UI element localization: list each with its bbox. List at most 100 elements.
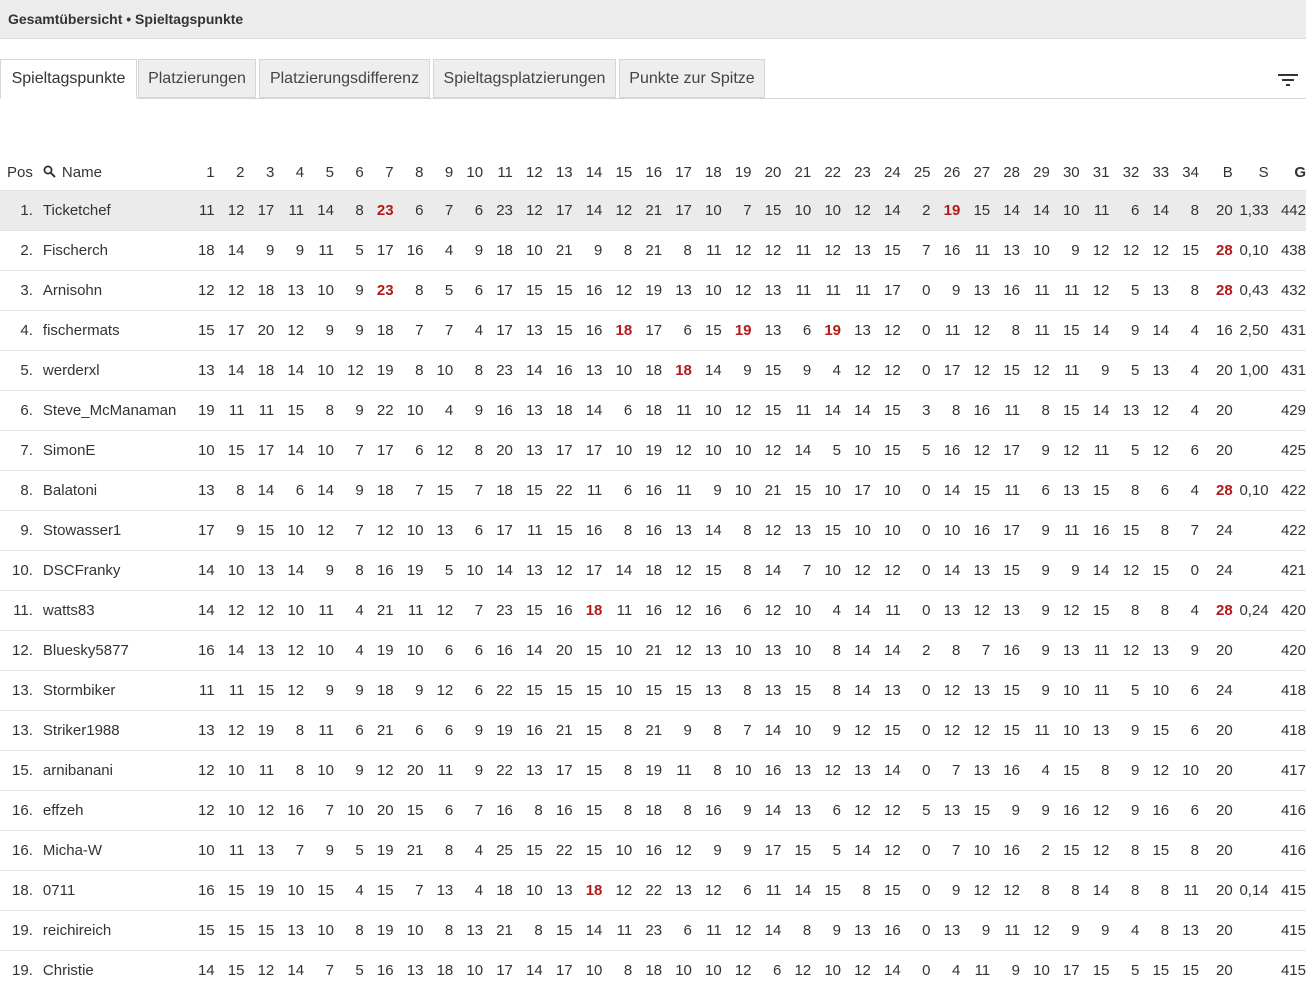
column-header-matchday[interactable]: 26	[931, 154, 961, 191]
table-row[interactable]: 1.Ticketchef1112171114823676231217141221…	[0, 191, 1306, 231]
column-header-matchday[interactable]: 17	[662, 154, 692, 191]
column-header-matchday[interactable]: 21	[781, 154, 811, 191]
tab-platzierungsdifferenz[interactable]: Platzierungsdifferenz	[259, 59, 430, 98]
column-header-matchday[interactable]: 4	[274, 154, 304, 191]
column-header-matchday[interactable]: 30	[1050, 154, 1080, 191]
column-header-matchday[interactable]: 23	[841, 154, 871, 191]
column-header-matchday[interactable]: 27	[960, 154, 990, 191]
row-matchday-points: 16	[632, 471, 662, 511]
table-row[interactable]: 19.reichireich15151513108191081321815141…	[0, 911, 1306, 951]
column-header-matchday[interactable]: 7	[364, 154, 394, 191]
column-header-bonus[interactable]: B	[1199, 154, 1233, 191]
row-matchday-points: 9	[453, 391, 483, 431]
row-matchday-points: 12	[841, 951, 871, 990]
column-header-matchday[interactable]: 8	[394, 154, 424, 191]
column-header-g[interactable]: G	[1269, 154, 1306, 191]
row-matchday-points: 14	[841, 671, 871, 711]
row-matchday-points: 15	[811, 871, 841, 911]
table-row[interactable]: 16.effzeh1210121671020156716816158188169…	[0, 791, 1306, 831]
column-header-pos[interactable]: Pos	[0, 154, 33, 191]
row-matchday-points: 12	[752, 431, 782, 471]
column-header-matchday[interactable]: 2	[215, 154, 245, 191]
column-header-matchday[interactable]: 28	[990, 154, 1020, 191]
column-header-matchday[interactable]: 6	[334, 154, 364, 191]
filter-icon[interactable]	[1278, 72, 1298, 88]
row-matchday-points: 9	[334, 671, 364, 711]
row-matchday-points: 12	[960, 871, 990, 911]
search-icon[interactable]	[43, 165, 56, 178]
row-matchday-points: 19	[483, 711, 513, 751]
row-matchday-points: 13	[990, 231, 1020, 271]
column-header-matchday[interactable]: 19	[722, 154, 752, 191]
column-header-matchday[interactable]: 29	[1020, 154, 1050, 191]
table-row[interactable]: 11.watts83141212101142111127231516181116…	[0, 591, 1306, 631]
table-row[interactable]: 9.Stowasser11791510127121013617111516816…	[0, 511, 1306, 551]
row-matchday-points: 12	[871, 551, 901, 591]
row-matchday-points: 10	[931, 511, 961, 551]
table-row[interactable]: 8.Balatoni138146149187157181522116161191…	[0, 471, 1306, 511]
table-row[interactable]: 4.fischermats151720129918774171315161817…	[0, 311, 1306, 351]
column-header-matchday[interactable]: 22	[811, 154, 841, 191]
row-matchday-points: 14	[513, 951, 543, 990]
column-header-matchday[interactable]: 32	[1109, 154, 1139, 191]
tab-spieltagsplatzierungen[interactable]: Spieltagsplatzierungen	[433, 59, 616, 98]
row-matchday-points: 13	[960, 671, 990, 711]
table-row[interactable]: 16.Micha-W101113795192184251522151016129…	[0, 831, 1306, 871]
table-row[interactable]: 6.Steve_McManaman19111115892210491613181…	[0, 391, 1306, 431]
row-matchday-points: 19	[364, 911, 394, 951]
column-header-matchday[interactable]: 12	[513, 154, 543, 191]
row-matchday-points: 13	[662, 271, 692, 311]
tab-punkte-zur-spitze[interactable]: Punkte zur Spitze	[619, 59, 765, 98]
column-header-name[interactable]: Name	[33, 154, 185, 191]
row-matchday-points: 8	[334, 191, 364, 231]
column-header-matchday[interactable]: 24	[871, 154, 901, 191]
column-header-matchday[interactable]: 10	[453, 154, 483, 191]
row-matchday-points: 16	[543, 591, 573, 631]
column-header-matchday[interactable]: 25	[901, 154, 931, 191]
row-matchday-points: 14	[304, 191, 334, 231]
row-matchday-points: 9	[1020, 431, 1050, 471]
table-row[interactable]: 3.Arnisohn121218131092385617151516121913…	[0, 271, 1306, 311]
table-row[interactable]: 13.Stormbiker111115129918912622151515101…	[0, 671, 1306, 711]
column-header-s[interactable]: S	[1233, 154, 1269, 191]
column-header-matchday[interactable]: 13	[543, 154, 573, 191]
table-row[interactable]: 19.Christie14151214751613181017141710818…	[0, 951, 1306, 990]
row-matchday-points: 9	[692, 831, 722, 871]
column-header-matchday[interactable]: 20	[752, 154, 782, 191]
column-header-matchday[interactable]: 5	[304, 154, 334, 191]
column-header-matchday[interactable]: 3	[244, 154, 274, 191]
table-row[interactable]: 15.arnibanani121011810912201192213171581…	[0, 751, 1306, 791]
row-matchday-points: 8	[1109, 591, 1139, 631]
column-header-matchday[interactable]: 31	[1080, 154, 1110, 191]
table-row[interactable]: 12.Bluesky587716141312104191066161420151…	[0, 631, 1306, 671]
row-matchday-points: 6	[811, 791, 841, 831]
column-header-matchday[interactable]: 15	[602, 154, 632, 191]
tab-spieltagspunkte[interactable]: Spieltagspunkte	[0, 59, 137, 99]
row-matchday-points: 19	[811, 311, 841, 351]
column-header-matchday[interactable]: 16	[632, 154, 662, 191]
column-header-matchday[interactable]: 18	[692, 154, 722, 191]
row-matchday-points: 13	[274, 911, 304, 951]
row-matchday-points: 15	[573, 631, 603, 671]
table-row[interactable]: 13.Striker198813121981162166919162115821…	[0, 711, 1306, 751]
column-header-matchday[interactable]: 11	[483, 154, 513, 191]
row-matchday-points: 16	[1050, 791, 1080, 831]
row-matchday-points: 11	[573, 471, 603, 511]
column-header-matchday[interactable]: 1	[185, 154, 215, 191]
column-header-matchday[interactable]: 34	[1169, 154, 1199, 191]
row-matchday-points: 11	[990, 391, 1020, 431]
table-row[interactable]: 10.DSCFranky1410131498161951014131217141…	[0, 551, 1306, 591]
table-row[interactable]: 7.SimonE10151714107176128201317171019121…	[0, 431, 1306, 471]
column-header-matchday[interactable]: 9	[423, 154, 453, 191]
table-row[interactable]: 18.0711161519101541571341810131812221312…	[0, 871, 1306, 911]
row-matchday-points: 10	[1050, 671, 1080, 711]
row-matchday-points: 11	[960, 951, 990, 990]
table-row[interactable]: 5.werderxl131418141012198108231416131018…	[0, 351, 1306, 391]
row-matchday-points: 9	[1109, 791, 1139, 831]
column-header-matchday[interactable]: 33	[1139, 154, 1169, 191]
column-header-matchday[interactable]: 14	[573, 154, 603, 191]
table-row[interactable]: 2.Fischerch18149911517164918102198218111…	[0, 231, 1306, 271]
tab-platzierungen[interactable]: Platzierungen	[138, 59, 256, 98]
row-matchday-points: 10	[602, 431, 632, 471]
row-matchday-points: 8	[274, 751, 304, 791]
